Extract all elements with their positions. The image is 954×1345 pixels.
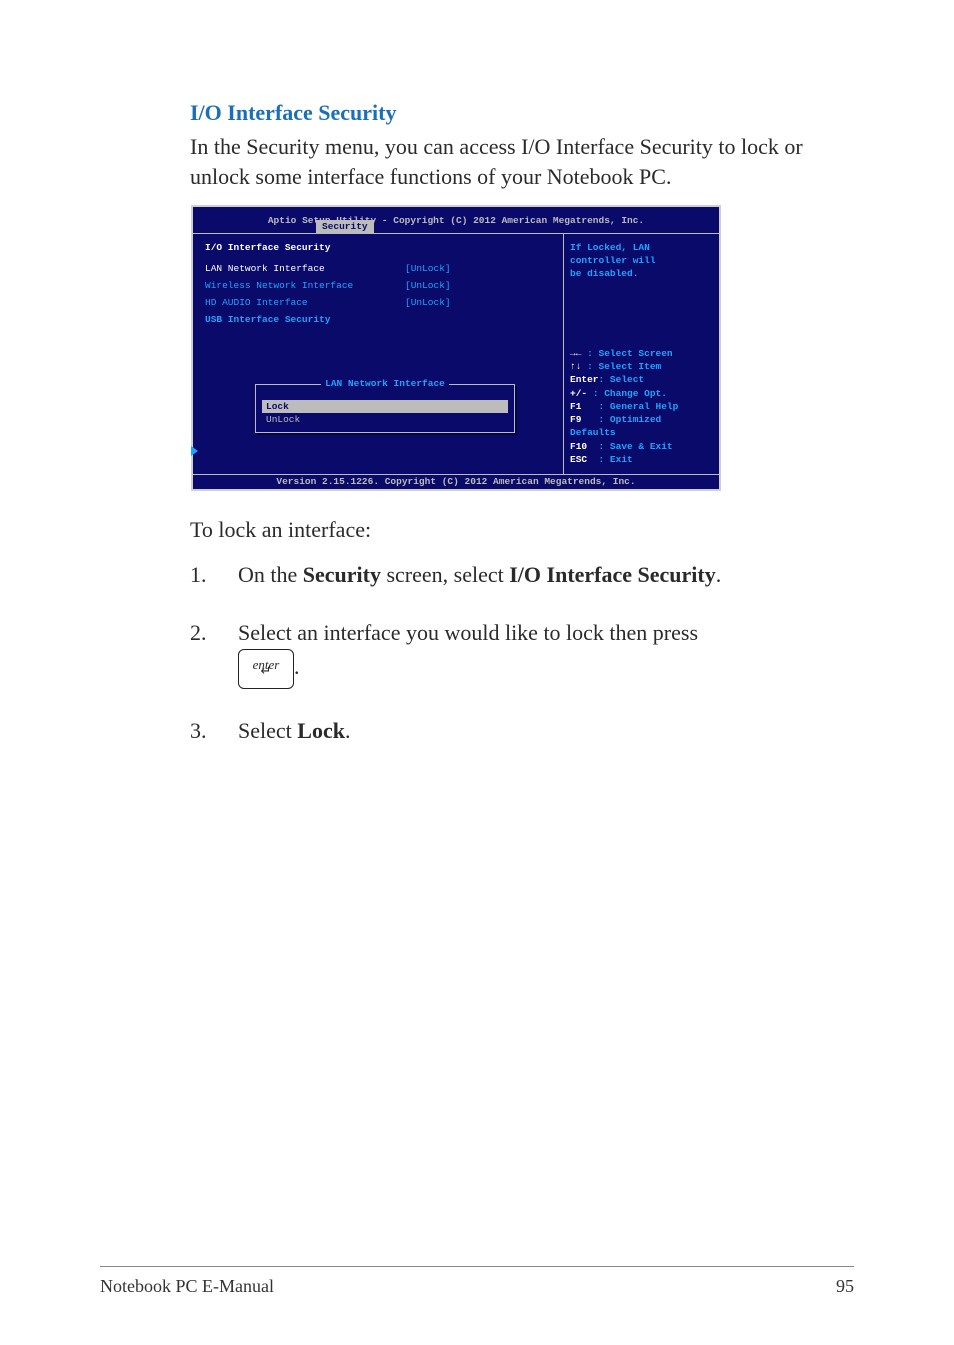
bios-popup-title: LAN Network Interface xyxy=(321,378,449,389)
key-hint-desc: Defaults xyxy=(570,427,616,438)
bios-popup-option-unlock[interactable]: UnLock xyxy=(262,413,508,426)
text: . xyxy=(345,718,351,743)
key-hint-desc: : Select xyxy=(599,374,645,385)
key-hint-desc: : Select Screen xyxy=(587,348,673,359)
bold-text: Lock xyxy=(297,718,345,743)
text: On the xyxy=(238,562,303,587)
bios-row-value: [UnLock] xyxy=(405,297,451,308)
bios-popup-option-lock[interactable]: Lock xyxy=(262,400,508,413)
key-hint-desc: : General Help xyxy=(599,401,679,412)
bios-help-text: If Locked, LAN controller will be disabl… xyxy=(570,242,713,280)
key-hint-key: F9 xyxy=(570,414,581,425)
bios-row-value: [UnLock] xyxy=(405,263,451,274)
step-2: 2. Select an interface you would like to… xyxy=(190,617,854,689)
key-hint-desc: : Select Item xyxy=(587,361,661,372)
bios-key-hints: →← : Select Screen ↑↓ : Select Item Ente… xyxy=(570,347,713,467)
key-hint-key: ↑↓ xyxy=(570,361,581,372)
bios-popup: LAN Network Interface Lock UnLock xyxy=(255,384,515,433)
lead-line: To lock an interface: xyxy=(190,515,854,545)
intro-text: In the Security menu, you can access I/O… xyxy=(190,132,854,191)
page-footer: Notebook PC E-Manual 95 xyxy=(100,1276,854,1297)
text: Select an interface you would like to lo… xyxy=(238,620,698,645)
step-body: On the Security screen, select I/O Inter… xyxy=(238,559,854,591)
bios-screenshot: Aptio Setup Utility - Copyright (C) 2012… xyxy=(191,205,721,491)
bios-row-value: [UnLock] xyxy=(405,280,451,291)
bios-row-label: HD AUDIO Interface xyxy=(205,297,405,308)
bold-text: Security xyxy=(303,562,381,587)
enter-key-icon: enter ↵ xyxy=(238,649,294,689)
bios-title-text: Aptio Setup Utility - Copyright (C) 2012… xyxy=(197,215,715,226)
chevron-right-icon xyxy=(191,446,198,456)
key-hint-desc: : Change Opt. xyxy=(593,388,667,399)
key-hint-key: F10 xyxy=(570,441,587,452)
bios-titlebar: Aptio Setup Utility - Copyright (C) 2012… xyxy=(193,207,719,233)
key-hint-desc: : Optimized xyxy=(599,414,662,425)
step-body: Select Lock. xyxy=(238,715,854,747)
bold-text: I/O Interface Security xyxy=(509,562,716,587)
bios-row-lan[interactable]: LAN Network Interface [UnLock] xyxy=(205,263,557,274)
key-hint-key: Enter xyxy=(570,374,599,385)
step-1: 1. On the Security screen, select I/O In… xyxy=(190,559,854,591)
bios-row-hdaudio[interactable]: HD AUDIO Interface [UnLock] xyxy=(205,297,557,308)
footer-left: Notebook PC E-Manual xyxy=(100,1276,274,1297)
text: . xyxy=(294,654,300,679)
key-hint-desc: : Exit xyxy=(599,454,633,465)
key-hint-key: ESC xyxy=(570,454,587,465)
key-hint-key: →← xyxy=(570,348,581,359)
help-line: If Locked, LAN xyxy=(570,242,713,255)
step-number: 2. xyxy=(190,617,238,689)
key-hint-key: F1 xyxy=(570,401,581,412)
text: . xyxy=(716,562,722,587)
key-hint-desc: : Save & Exit xyxy=(599,441,673,452)
return-arrow-icon: ↵ xyxy=(239,662,293,681)
bios-footer-text: Version 2.15.1226. Copyright (C) 2012 Am… xyxy=(193,475,719,489)
key-hint-key: +/- xyxy=(570,388,587,399)
text: screen, select xyxy=(381,562,509,587)
bios-active-tab[interactable]: Security xyxy=(316,220,374,233)
footer-rule xyxy=(100,1266,854,1267)
step-number: 3. xyxy=(190,715,238,747)
bios-panel-title: I/O Interface Security xyxy=(205,242,557,253)
step-list: 1. On the Security screen, select I/O In… xyxy=(190,559,854,747)
section-heading: I/O Interface Security xyxy=(190,100,854,126)
step-number: 1. xyxy=(190,559,238,591)
bios-row-label: LAN Network Interface xyxy=(205,263,405,274)
text: Select xyxy=(238,718,297,743)
bios-help-panel: If Locked, LAN controller will be disabl… xyxy=(564,234,719,474)
bios-left-panel: I/O Interface Security LAN Network Inter… xyxy=(193,234,564,474)
step-body: Select an interface you would like to lo… xyxy=(238,617,854,689)
help-line: controller will xyxy=(570,255,713,268)
bios-row-wireless[interactable]: Wireless Network Interface [UnLock] xyxy=(205,280,557,291)
step-3: 3. Select Lock. xyxy=(190,715,854,747)
help-line: be disabled. xyxy=(570,268,713,281)
bios-submenu-usb[interactable]: USB Interface Security xyxy=(205,314,557,325)
page-number: 95 xyxy=(836,1276,854,1297)
bios-row-label: Wireless Network Interface xyxy=(205,280,405,291)
